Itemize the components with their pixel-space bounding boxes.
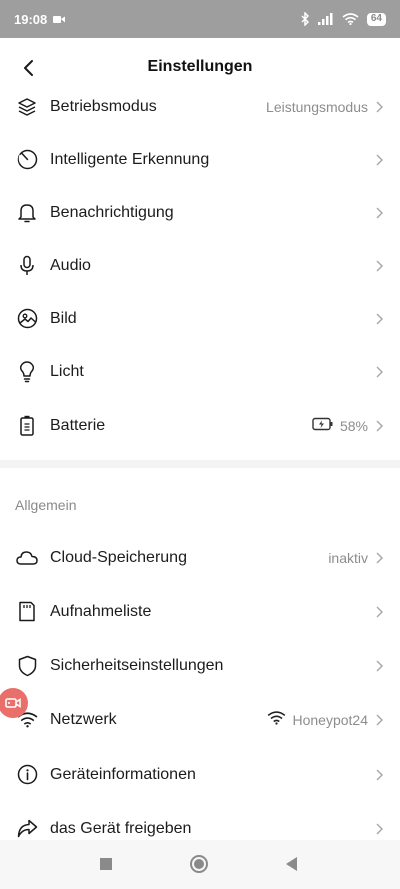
chevron-right-icon (374, 259, 384, 273)
info-icon (16, 764, 38, 786)
row-label: Benachrichtigung (50, 203, 174, 221)
chevron-right-icon (374, 605, 384, 619)
row-label: Sicherheitseinstellungen (50, 656, 224, 674)
setting-row-network[interactable]: Netzwerk Honeypot24 (0, 693, 400, 746)
chevron-right-icon (374, 206, 384, 220)
row-label: Geräteinformationen (50, 765, 196, 783)
bell-icon (16, 202, 38, 224)
lightbulb-icon (16, 360, 38, 383)
setting-row-security[interactable]: Sicherheitseinstellungen (0, 639, 400, 692)
triangle-left-icon (286, 857, 297, 871)
row-label: Netzwerk (50, 710, 117, 728)
row-value: Leistungsmodus (266, 98, 368, 115)
setting-row-operation-mode[interactable]: Betriebsmodus Leistungsmodus (0, 80, 400, 133)
row-label: Bild (50, 309, 77, 327)
layers-icon (16, 96, 38, 118)
row-label: Aufnahmeliste (50, 602, 152, 620)
row-label: Licht (50, 362, 84, 380)
chevron-right-icon (374, 100, 384, 114)
setting-row-image[interactable]: Bild (0, 292, 400, 345)
radar-icon (16, 149, 38, 171)
chevron-right-icon (374, 551, 384, 565)
chevron-right-icon (374, 822, 384, 836)
bluetooth-icon (300, 12, 310, 26)
chevron-left-icon (24, 60, 33, 76)
chevron-right-icon (374, 153, 384, 167)
sd-card-icon (16, 601, 38, 623)
chevron-right-icon (374, 713, 384, 727)
square-icon (100, 858, 112, 870)
row-label: Intelligente Erkennung (50, 150, 210, 168)
screen-record-icon (53, 15, 66, 24)
status-time: 19:08 (14, 11, 48, 27)
chevron-right-icon (374, 768, 384, 782)
share-icon (16, 818, 38, 840)
setting-row-device-info[interactable]: Geräteinformationen (0, 748, 400, 801)
back-nav-button[interactable] (282, 854, 302, 874)
setting-row-smart-detection[interactable]: Intelligente Erkennung (0, 133, 400, 186)
section-divider (0, 460, 400, 468)
home-button[interactable] (189, 854, 209, 874)
cloud-icon (16, 547, 38, 569)
setting-row-recording-list[interactable]: Aufnahmeliste (0, 585, 400, 638)
battery-charging-icon (312, 417, 334, 434)
chevron-right-icon (374, 365, 384, 379)
row-value: 58% (339, 417, 368, 434)
row-label: Audio (50, 256, 91, 274)
setting-row-audio[interactable]: Audio (0, 239, 400, 292)
video-camera-icon (5, 698, 21, 708)
row-label: Batterie (50, 416, 106, 434)
row-label: Betriebsmodus (50, 97, 157, 115)
wifi-status-icon (342, 13, 359, 25)
setting-row-notification[interactable]: Benachrichtigung (0, 186, 400, 239)
setting-row-light[interactable]: Licht (0, 345, 400, 398)
row-value: Honeypot24 (292, 711, 368, 728)
circle-icon (190, 855, 208, 873)
row-value: inaktiv (328, 549, 368, 566)
battery-status: 64 (366, 12, 386, 26)
microphone-icon (16, 255, 38, 277)
chevron-right-icon (374, 419, 384, 433)
battery-level: 64 (370, 13, 382, 24)
row-label: Cloud-Speicherung (50, 548, 187, 566)
page-title: Einstellungen (147, 58, 253, 75)
back-button[interactable] (14, 54, 42, 82)
chevron-right-icon (374, 312, 384, 326)
status-bar: 19:08 64 (0, 0, 400, 38)
setting-row-battery[interactable]: Batterie 58% (0, 399, 400, 452)
image-icon (16, 308, 38, 330)
chevron-right-icon (374, 659, 384, 673)
signal-icon (317, 13, 334, 25)
shield-icon (16, 655, 38, 677)
system-nav-bar (0, 840, 400, 889)
row-label: das Gerät freigeben (50, 819, 192, 837)
wifi-signal-icon (267, 711, 286, 728)
recents-button[interactable] (96, 854, 116, 874)
setting-row-cloud-storage[interactable]: Cloud-Speicherung inaktiv (0, 531, 400, 584)
section-title: Allgemein (15, 497, 77, 513)
battery-icon (16, 415, 38, 437)
